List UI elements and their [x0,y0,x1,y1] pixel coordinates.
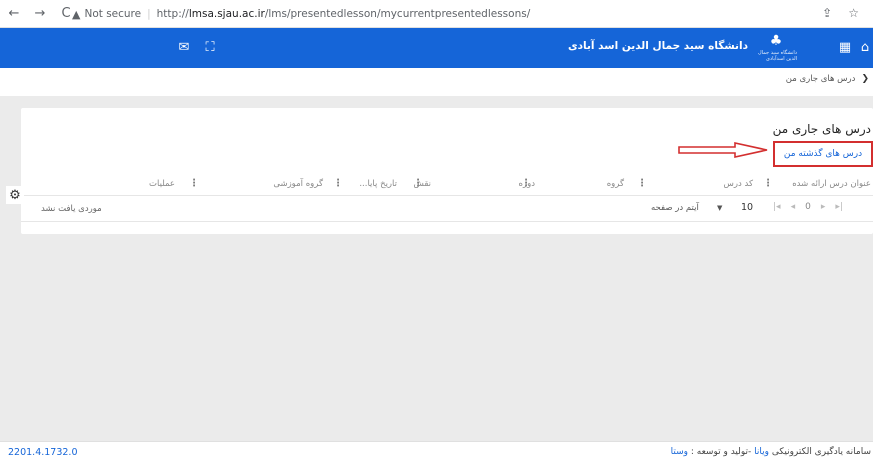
university-logo: ♣ دانشگاه سید جمال الدین اسدآبادی [755,34,797,62]
red-arrow-annotation [678,142,768,158]
security-label: Not secure [84,8,142,20]
warning-icon: ▲ [72,7,81,21]
logo-caption: دانشگاه سید جمال الدین اسدآبادی [757,50,797,62]
lessons-card: درس های جاری من درس های گذشته من عنوان د… [21,108,873,234]
col-header-end-date[interactable]: تاریخ پایا... [359,179,397,189]
mail-icon[interactable]: ✉ [176,39,192,55]
col-header-department[interactable]: گروه آموزشی [273,179,323,189]
url-prefix: http:// [156,8,189,20]
url-path: /lms/presentedlesson/mycurrentpresentedl… [264,8,531,20]
past-lessons-button[interactable]: درس های گذشته من [773,141,873,167]
apps-grid-icon[interactable]: ▦ [837,39,853,55]
credits-developer-label: -تولید و توسعه : [690,447,752,457]
browser-toolbar: ← → C ▲ Not secure | http:// lmsa.sjau.a… [0,0,873,28]
col-header-group[interactable]: گروه [607,179,624,189]
share-icon[interactable]: ⇪ [822,6,832,20]
credits-product-link[interactable]: ویانا [754,447,769,457]
items-per-page-label: آیتم در صفحه [651,203,699,213]
first-page-icon[interactable]: |◂ [773,202,781,212]
column-menu-icon[interactable]: ⋮ [637,178,647,189]
table-header: عنوان درس ارائه شده ⋮ کد درس ⋮ گروه ⋮ دو… [21,174,873,196]
footer-credits: سامانه یادگیری الکترونیکی ویانا -تولید و… [671,447,871,457]
chevron-left-icon: ❮ [861,74,869,84]
col-header-course-code[interactable]: کد درس [724,179,753,189]
breadcrumb: ❮ درس های جاری من [786,72,873,86]
column-menu-icon[interactable]: ⋮ [763,178,773,189]
breadcrumb-current[interactable]: درس های جاری من [786,74,856,84]
col-header-course-title[interactable]: عنوان درس ارائه شده [792,179,871,189]
credits-system-name: سامانه یادگیری الکترونیکی [771,447,871,457]
col-header-term[interactable]: دوره [519,179,535,189]
page-title: درس های جاری من [772,122,871,136]
column-menu-icon[interactable]: ⋮ [333,178,343,189]
page-footer: 2201.4.1732.0 سامانه یادگیری الکترونیکی … [0,441,873,463]
logo-emblem-icon: ♣ [769,33,783,49]
home-icon[interactable]: ⌂ [857,39,873,55]
settings-gear-icon[interactable]: ⚙ [6,186,24,204]
last-page-icon[interactable]: ▸| [835,202,843,212]
version-number: 2201.4.1732.0 [8,447,78,458]
address-bar[interactable]: ▲ Not secure | http:// lmsa.sjau.ac.ir /… [72,4,797,24]
column-menu-icon[interactable]: ⋮ [189,178,199,189]
credits-company-link[interactable]: وستا [671,447,688,457]
url-separator: | [147,8,151,20]
bookmark-star-icon[interactable]: ☆ [848,6,859,20]
url-domain: lmsa.sjau.ac.ir [188,8,265,20]
page-size-select[interactable]: 10 [741,202,753,213]
prev-page-icon[interactable]: ◂ [791,202,796,212]
fullscreen-icon[interactable]: ⛶ [202,39,218,55]
current-page-number: 0 [805,202,811,212]
table-footer-row: موردی یافت نشد آیتم در صفحه ▼ 10 |◂ ◂ 0 … [21,196,873,222]
pagination: |◂ ◂ 0 ▸ ▸| [773,202,843,212]
empty-message: موردی یافت نشد [41,204,102,214]
caret-down-icon[interactable]: ▼ [717,204,722,212]
app-header: ✉ ⛶ دانشگاه سید جمال الدین اسد آبادی ♣ د… [0,28,873,68]
back-icon[interactable]: ← [6,6,22,22]
browser-actions: ⇪ ☆ [822,6,859,20]
university-name: دانشگاه سید جمال الدین اسد آبادی [568,40,748,52]
col-header-role[interactable]: نقش [413,179,431,189]
col-header-actions: عملیات [149,179,175,189]
forward-icon[interactable]: → [32,6,48,22]
next-page-icon[interactable]: ▸ [821,202,826,212]
